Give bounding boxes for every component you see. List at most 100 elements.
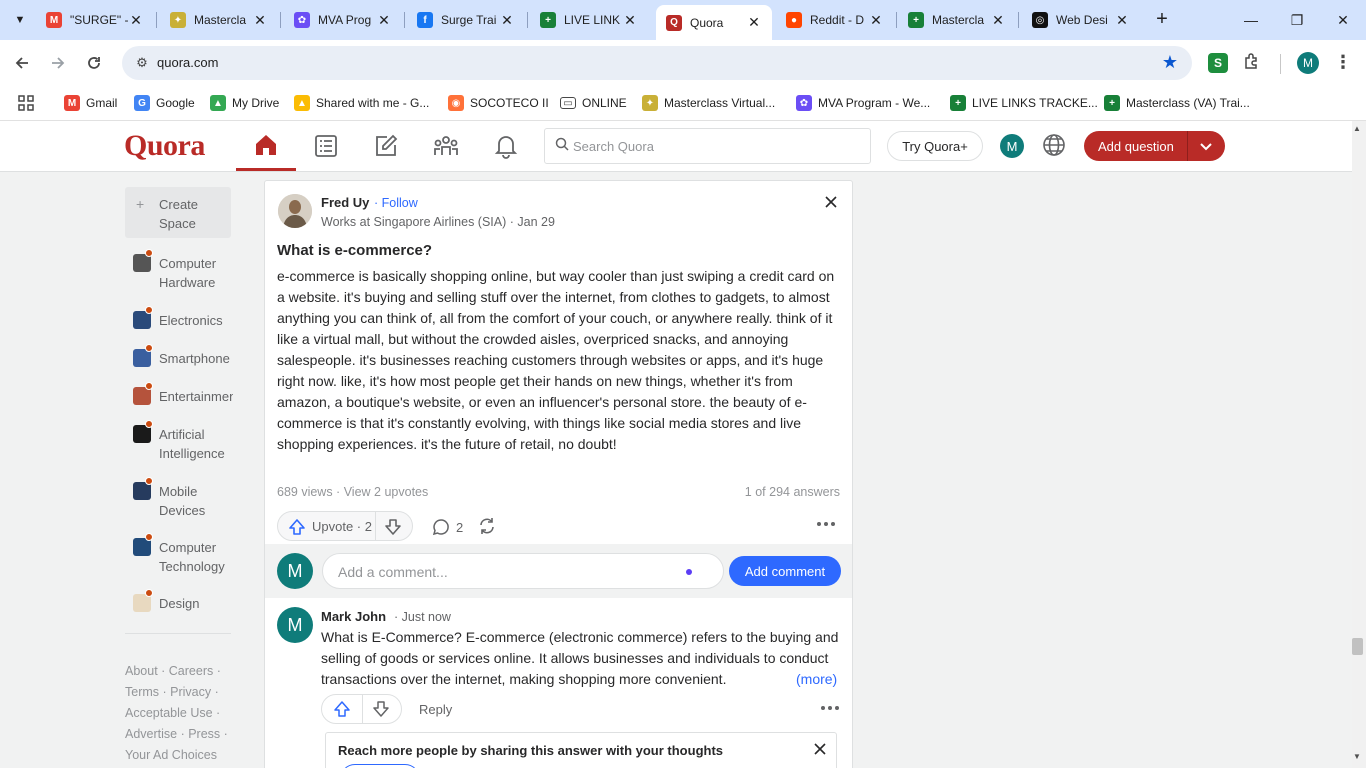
tab-close-icon[interactable]: ✕ — [252, 12, 268, 29]
reload-icon[interactable] — [79, 48, 109, 78]
tab-separator — [156, 12, 157, 28]
tab-close-icon[interactable]: ✕ — [746, 14, 762, 31]
nav-spaces[interactable] — [416, 121, 476, 171]
tab-close-icon[interactable]: ✕ — [376, 12, 392, 29]
minimize-icon[interactable]: — — [1228, 0, 1274, 40]
tab-close-icon[interactable]: ✕ — [868, 12, 884, 29]
comment-input-wrapper[interactable] — [322, 553, 724, 589]
footer-link-line[interactable]: Your Ad Choices — [125, 745, 233, 766]
bookmark-item[interactable]: + LIVE LINKS TRACKE... — [950, 93, 1098, 113]
address-bar[interactable]: ⚙ quora.com ★ — [122, 46, 1192, 80]
search-input[interactable] — [573, 135, 863, 157]
author-name[interactable]: Fred Uy — [321, 195, 369, 210]
apps-grid-icon[interactable] — [18, 93, 34, 113]
nav-following[interactable] — [296, 121, 356, 171]
nav-home[interactable] — [236, 121, 296, 171]
tab-close-icon[interactable]: ✕ — [499, 12, 515, 29]
upvote-button[interactable]: Upvote · 2 — [277, 511, 413, 541]
comment-more-options-icon[interactable] — [819, 697, 841, 719]
tab-close-icon[interactable]: ✕ — [128, 12, 144, 29]
site-settings-icon[interactable]: ⚙ — [130, 51, 154, 75]
browser-tab[interactable]: Q Quora ✕ — [656, 5, 772, 40]
bookmark-item[interactable]: M Gmail — [64, 93, 117, 113]
footer-link-line[interactable]: Advertise · Press · — [125, 724, 233, 745]
browser-tab[interactable]: ● Reddit - D ✕ — [776, 7, 894, 33]
bookmark-item[interactable]: ▲ My Drive — [210, 93, 279, 113]
browser-tab[interactable]: f Surge Trai ✕ — [407, 7, 525, 33]
bookmark-item[interactable]: ✿ MVA Program - We... — [796, 93, 930, 113]
add-comment-button[interactable]: Add comment — [729, 556, 841, 586]
footer-link-line[interactable]: About · Careers · — [125, 661, 233, 682]
bookmark-star-icon[interactable]: ★ — [1162, 52, 1178, 73]
bookmark-item[interactable]: ▲ Shared with me - G... — [294, 93, 429, 113]
tab-close-icon[interactable]: ✕ — [1114, 12, 1130, 29]
bookmark-label: Google — [156, 96, 195, 110]
extension-icon[interactable]: S — [1208, 53, 1228, 73]
tab-search-chevron-icon[interactable]: ▼ — [8, 8, 32, 32]
scroll-up-arrow-icon[interactable]: ▲ — [1353, 124, 1361, 133]
add-question-button[interactable]: Add question — [1084, 131, 1225, 161]
composer-avatar[interactable]: M — [277, 553, 313, 589]
promo-share-button[interactable] — [340, 764, 420, 768]
window-close-icon[interactable]: ✕ — [1320, 0, 1366, 40]
bookmark-label: SOCOTECO II — [470, 96, 549, 110]
commenter-avatar[interactable]: M — [277, 607, 313, 643]
scroll-down-arrow-icon[interactable]: ▼ — [1353, 752, 1361, 761]
browser-menu-icon[interactable]: ⋮ — [1334, 52, 1352, 73]
share-icon[interactable] — [477, 516, 497, 536]
promo-close-icon[interactable] — [813, 742, 827, 756]
search-box[interactable] — [544, 128, 871, 164]
downvote-arrow-icon[interactable] — [384, 518, 402, 536]
quora-logo[interactable]: Quora — [124, 129, 205, 163]
user-avatar[interactable]: M — [1000, 134, 1024, 158]
try-quora-plus-button[interactable]: Try Quora+ — [887, 131, 983, 161]
nav-answer[interactable] — [356, 121, 416, 171]
commenter-name[interactable]: Mark John — [321, 609, 386, 624]
author-avatar[interactable] — [278, 194, 312, 228]
language-globe-icon[interactable] — [1042, 133, 1066, 157]
bookmark-label: LIVE LINKS TRACKE... — [972, 96, 1098, 110]
page-scrollbar[interactable] — [1352, 121, 1366, 768]
comments-button[interactable]: 2 — [432, 517, 463, 537]
browser-tab[interactable]: ✦ Mastercla ✕ — [160, 7, 278, 33]
comment-input[interactable] — [338, 562, 678, 582]
browser-tab[interactable]: + LIVE LINK ✕ — [530, 7, 648, 33]
follow-link[interactable]: · Follow — [374, 196, 418, 210]
comment-upvote-icon[interactable] — [333, 700, 351, 718]
comment-downvote-icon[interactable] — [372, 700, 390, 718]
bookmark-item[interactable]: ▭ ONLINE — [560, 93, 627, 113]
browser-tab[interactable]: + Mastercla ✕ — [898, 7, 1016, 33]
scrollbar-thumb[interactable] — [1352, 638, 1363, 655]
chevron-down-icon[interactable] — [1198, 138, 1214, 154]
browser-tab[interactable]: ◎ Web Desi ✕ — [1022, 7, 1140, 33]
comment-more-link[interactable]: (more) — [792, 669, 838, 690]
share-promo-box: Reach more people by sharing this answer… — [325, 732, 837, 768]
grammar-indicator-icon[interactable] — [686, 569, 692, 575]
back-icon[interactable] — [7, 48, 37, 78]
create-space-button[interactable]: + Create Space — [125, 187, 231, 238]
add-question-divider — [1187, 131, 1188, 161]
more-options-icon[interactable] — [815, 513, 837, 535]
url-text[interactable]: quora.com — [157, 55, 218, 70]
tab-close-icon[interactable]: ✕ — [622, 12, 638, 29]
bookmark-item[interactable]: + Masterclass (VA) Trai... — [1104, 93, 1250, 113]
extensions-puzzle-icon[interactable] — [1243, 52, 1261, 75]
browser-tab[interactable]: M "SURGE" - ✕ — [36, 7, 154, 33]
footer-link-line[interactable]: Terms · Privacy · — [125, 682, 233, 703]
footer-link-line[interactable]: Acceptable Use · — [125, 703, 233, 724]
bookmark-label: ONLINE — [582, 96, 627, 110]
forward-icon[interactable] — [43, 48, 73, 78]
browser-tab[interactable]: ✿ MVA Prog ✕ — [284, 7, 402, 33]
tab-close-icon[interactable]: ✕ — [990, 12, 1006, 29]
new-tab-button[interactable]: + — [1150, 8, 1174, 32]
restore-icon[interactable]: ❐ — [1274, 0, 1320, 40]
bookmark-item[interactable]: ◉ SOCOTECO II — [448, 93, 549, 113]
bookmark-item[interactable]: ✦ Masterclass Virtual... — [642, 93, 775, 113]
reply-button[interactable]: Reply — [419, 702, 452, 717]
question-title[interactable]: What is e-commerce? — [277, 242, 432, 259]
profile-avatar[interactable]: M — [1297, 52, 1319, 74]
answer-stats[interactable]: 689 views · View 2 upvotes — [277, 485, 428, 499]
close-icon[interactable] — [823, 194, 839, 210]
nav-notifications[interactable] — [476, 121, 536, 171]
bookmark-item[interactable]: G Google — [134, 93, 195, 113]
